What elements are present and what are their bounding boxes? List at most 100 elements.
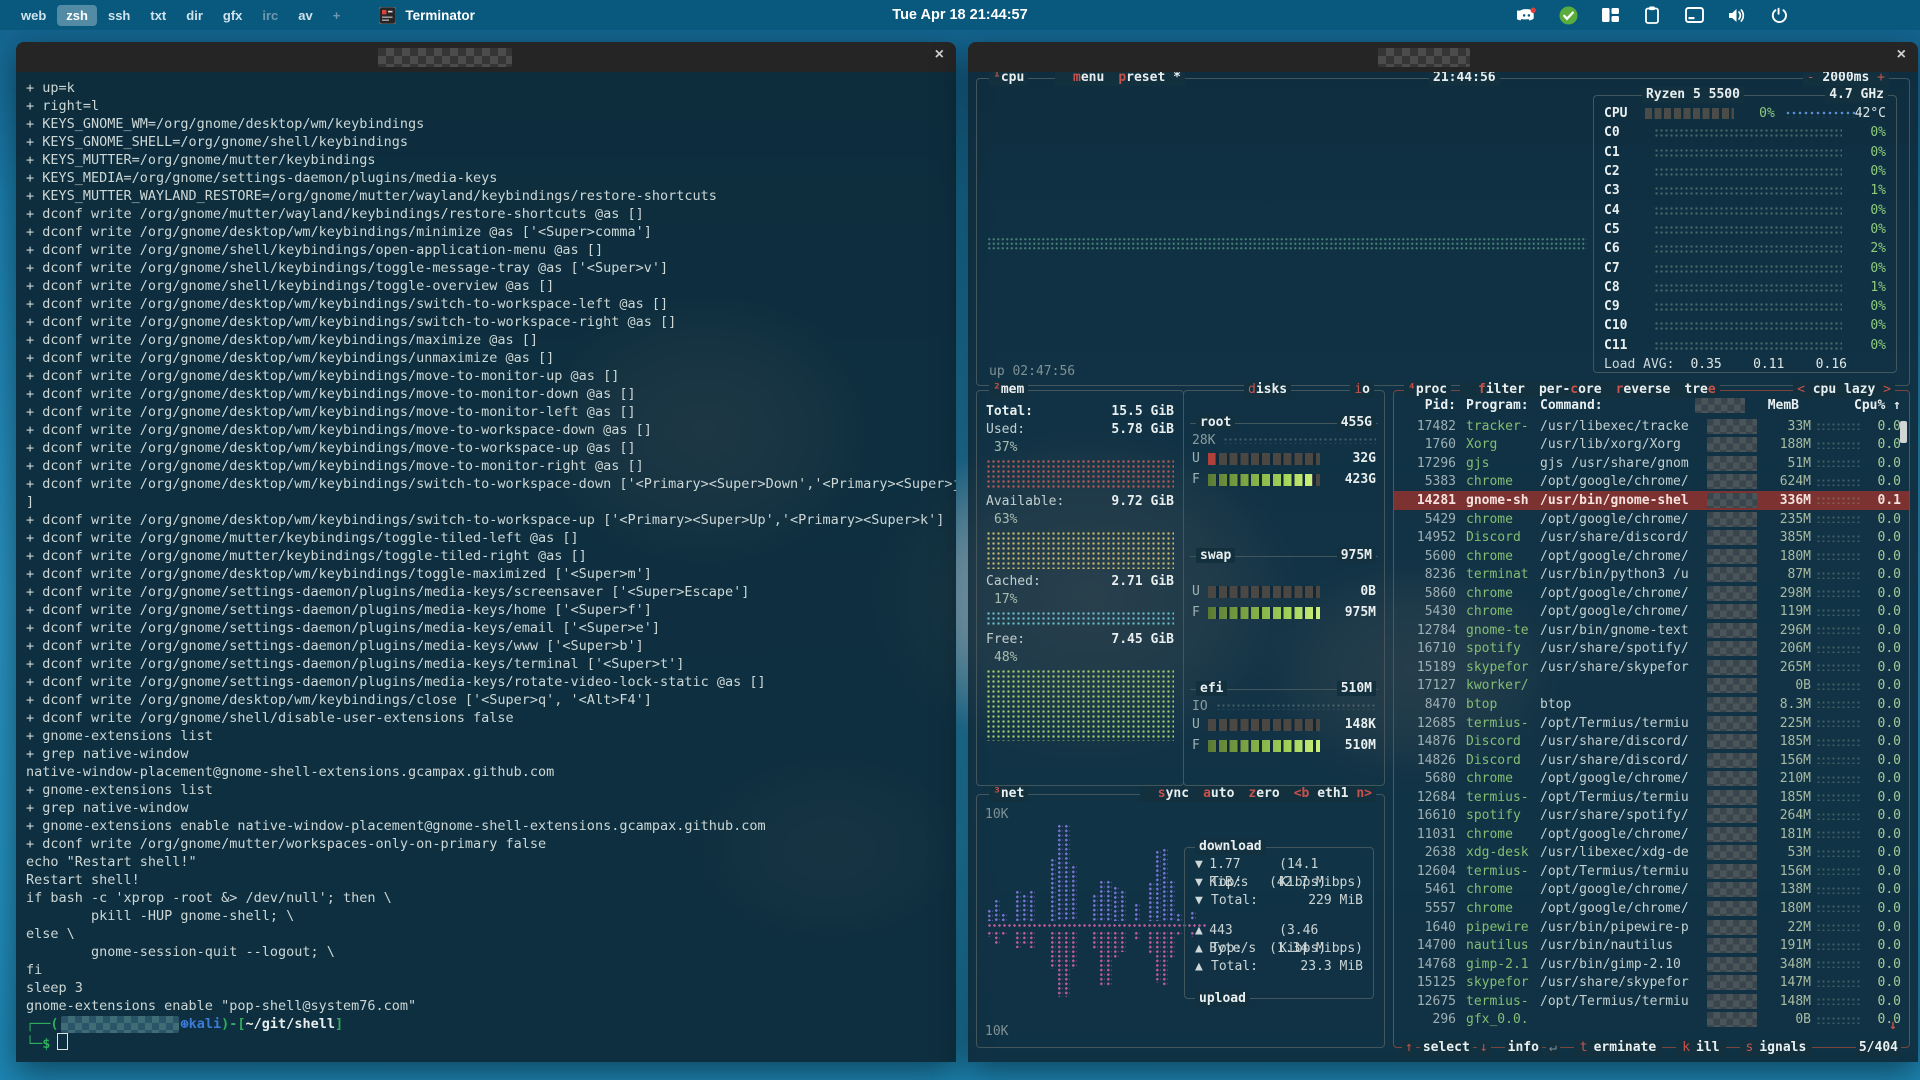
blurred-user-cell bbox=[1707, 1012, 1757, 1028]
workspace-txt[interactable]: txt bbox=[141, 5, 175, 26]
process-row[interactable]: 14281 gnome-sh/usr/bin/gnome-shel 336M 0.1 bbox=[1394, 491, 1909, 510]
net-button-auto[interactable]: auto bbox=[1203, 786, 1234, 802]
workspace-ssh[interactable]: ssh bbox=[99, 5, 139, 26]
net-interface-selector[interactable]: <b eth1 n> bbox=[1294, 786, 1372, 802]
process-row[interactable]: 17482 tracker-/usr/libexec/tracke 33M 0.0 bbox=[1394, 417, 1909, 436]
shell-prompt[interactable]: └─$ bbox=[26, 1033, 956, 1052]
net-panel: ³net sync auto zero <b eth1 n> 10K 10K down… bbox=[976, 786, 1385, 1048]
terminal-titlebar[interactable]: × bbox=[16, 42, 956, 72]
net-stats-box: download ▼ 1.77 KiB/s (14.1 Kibps) ▼ Top: (42… bbox=[1184, 839, 1374, 1007]
terminal-line: + dconf write /org/gnome/desktop/wm/keyb… bbox=[26, 422, 652, 438]
cpu-button-preset-[interactable]: preset * bbox=[1118, 72, 1181, 86]
process-row[interactable]: 16610 spotify/usr/share/spotify/264M 0.0 bbox=[1394, 806, 1909, 825]
process-row[interactable]: 8470 btop btop 8.3M 0.0 bbox=[1394, 695, 1909, 714]
workspace-gfx[interactable]: gfx bbox=[214, 5, 252, 26]
process-row[interactable]: 14768 gimp-2.1/usr/bin/gimp-2.10 348M 0.0 bbox=[1394, 955, 1909, 974]
process-row[interactable]: 14876 Discord/usr/share/discord/185M 0.0 bbox=[1394, 732, 1909, 751]
terminal-output[interactable]: + up=k + right=l + KEYS_GNOME_WM=/org/gnom… bbox=[16, 72, 956, 1062]
blurred-user-cell bbox=[1707, 826, 1757, 842]
select-up-key[interactable]: ↑ bbox=[1402, 1040, 1416, 1056]
window-list-item[interactable]: Terminator bbox=[377, 5, 475, 25]
blurred-user-cell bbox=[1707, 771, 1757, 787]
process-row[interactable]: 12685 termius-/opt/Termius/termiu 225M 0.0 bbox=[1394, 714, 1909, 733]
process-row[interactable]: 5860 chrome/opt/google/chrome/298M 0.0 bbox=[1394, 584, 1909, 603]
workspace-irc[interactable]: irc bbox=[253, 5, 287, 26]
core-table: Ryzen 5 5500 4.7 GHz CPU 0% 42°C C0 0% C1 0… bbox=[1593, 87, 1897, 373]
process-row[interactable]: 5430 chrome/opt/google/chrome/119M 0.0 bbox=[1394, 602, 1909, 621]
workspace-web[interactable]: web bbox=[12, 5, 55, 26]
cpu-frequency: 4.7 GHz bbox=[1825, 87, 1888, 103]
process-row[interactable]: 15125 skypefor/usr/share/skypefor 147M 0.0 bbox=[1394, 973, 1909, 992]
tiling-icon[interactable] bbox=[1600, 5, 1620, 25]
process-row[interactable]: 12604 termius-/opt/Termius/termiu 156M 0.0 bbox=[1394, 862, 1909, 881]
close-button[interactable]: × bbox=[1897, 46, 1906, 64]
proc-option-per-core[interactable]: per-core bbox=[1539, 382, 1602, 398]
core-row: C0 0% bbox=[1604, 125, 1886, 141]
net-button-sync[interactable]: sync bbox=[1158, 786, 1189, 802]
scrollbar-thumb[interactable] bbox=[1900, 421, 1907, 443]
process-row[interactable]: 16710 spotify/usr/share/spotify/206M 0.0 bbox=[1394, 640, 1909, 659]
process-row[interactable]: 14826 Discord/usr/share/discord/156M 0.0 bbox=[1394, 751, 1909, 770]
net-button-zero[interactable]: zero bbox=[1248, 786, 1279, 802]
blurred-user-cell bbox=[1707, 492, 1757, 508]
proc-option-reverse[interactable]: reverse bbox=[1616, 382, 1671, 398]
process-row[interactable]: 12675 termius-/opt/Termius/termiu 148M 0.0 bbox=[1394, 992, 1909, 1011]
process-row[interactable]: 5600 chrome/opt/google/chrome/180M 0.0 bbox=[1394, 547, 1909, 566]
process-row[interactable]: 11031 chrome/opt/google/chrome/181M 0.0 bbox=[1394, 825, 1909, 844]
process-row[interactable]: 296 gfx_0.0. 0B 0.0 bbox=[1394, 1011, 1909, 1030]
shell-prompt[interactable]: ┌──(⊛kali)-[~/git/shell] bbox=[26, 1015, 956, 1033]
process-row[interactable]: 14700 nautilus/usr/bin/nautilus 191M 0.0 bbox=[1394, 936, 1909, 955]
process-row[interactable]: 5680 chrome/opt/google/chrome/210M 0.0 bbox=[1394, 769, 1909, 788]
terminal-line: + dconf write /org/gnome/shell/keybindin… bbox=[26, 278, 555, 294]
process-row[interactable]: 12684 termius-/opt/Termius/termiu 185M 0.0 bbox=[1394, 788, 1909, 807]
proc-option-filter[interactable]: filter bbox=[1478, 382, 1525, 398]
terminal-line: + dconf write /org/gnome/desktop/wm/keyb… bbox=[26, 566, 652, 582]
signals-button[interactable]: s ignals bbox=[1739, 1040, 1813, 1056]
process-row[interactable]: 5429 chrome/opt/google/chrome/235M 0.0 bbox=[1394, 510, 1909, 529]
terminate-button[interactable]: t erminate bbox=[1573, 1040, 1663, 1056]
process-row[interactable]: 5461 chrome/opt/google/chrome/138M 0.0 bbox=[1394, 881, 1909, 900]
clipboard-icon[interactable] bbox=[1642, 5, 1662, 25]
btop-titlebar[interactable]: × bbox=[968, 42, 1918, 72]
process-row[interactable]: 17296 gjs gjs /usr/share/gnom 51M 0.0 bbox=[1394, 454, 1909, 473]
proc-option-tree[interactable]: tree bbox=[1684, 382, 1715, 398]
process-row[interactable]: 12784 gnome-te/usr/bin/gnome-text 296M 0.0 bbox=[1394, 621, 1909, 640]
process-row[interactable]: 5383 chrome/opt/google/chrome/624M 0.0 bbox=[1394, 473, 1909, 492]
process-row[interactable]: 8236 terminat/usr/bin/python3 /u 87M 0.0 bbox=[1394, 565, 1909, 584]
info-button[interactable]: info bbox=[1504, 1040, 1542, 1056]
cpu-button-menu[interactable]: menu bbox=[1073, 72, 1104, 86]
blurred-user-cell bbox=[1707, 622, 1757, 638]
scroll-down-indicator[interactable]: ↓ bbox=[1889, 1018, 1897, 1033]
check-icon[interactable] bbox=[1558, 5, 1578, 25]
blurred-user-cell bbox=[1707, 530, 1757, 546]
process-row[interactable]: 15189 skypefor/usr/share/skypefor 265M 0.0 bbox=[1394, 658, 1909, 677]
discord-icon[interactable] bbox=[1516, 5, 1536, 25]
update-interval[interactable]: - 2000ms + bbox=[1802, 72, 1889, 86]
proc-footer: ↑ select ↓ info ↵ t erminate k ill s ignals… bbox=[1402, 1040, 1901, 1056]
process-row[interactable]: 2638 xdg-desk/usr/libexec/xdg-de 53M 0.0 bbox=[1394, 844, 1909, 863]
volume-icon[interactable] bbox=[1726, 5, 1746, 25]
close-button[interactable]: × bbox=[935, 46, 944, 64]
process-row[interactable]: 17127 kworker/0B 0.0 bbox=[1394, 677, 1909, 696]
kill-button[interactable]: k ill bbox=[1676, 1040, 1726, 1056]
process-row[interactable]: 5557 chrome/opt/google/chrome/180M 0.0 bbox=[1394, 899, 1909, 918]
terminal-line: fi bbox=[26, 962, 43, 978]
workspace-+[interactable]: + bbox=[324, 5, 350, 26]
workspace-dir[interactable]: dir bbox=[177, 5, 212, 26]
blurred-user-cell bbox=[1707, 455, 1757, 471]
process-row[interactable]: 1760 Xorg/usr/lib/xorg/Xorg 188M 0.0 bbox=[1394, 436, 1909, 455]
io-mode-button[interactable]: io bbox=[1350, 382, 1374, 398]
process-row[interactable]: 14952 Discord/usr/share/discord/385M 0.0 bbox=[1394, 528, 1909, 547]
terminal-line: + dconf write /org/gnome/mutter/wayland/… bbox=[26, 206, 644, 222]
workspace-zsh[interactable]: zsh bbox=[57, 4, 97, 26]
sort-selector[interactable]: < cpu lazy > bbox=[1793, 382, 1895, 398]
workspace-av[interactable]: av bbox=[289, 5, 321, 26]
power-icon[interactable] bbox=[1768, 5, 1788, 25]
select-down-key[interactable]: ↓ bbox=[1476, 1040, 1491, 1056]
terminal-line: + dconf write /org/gnome/shell/keybindin… bbox=[26, 260, 669, 276]
terminal-icon[interactable] bbox=[1684, 5, 1704, 25]
process-row[interactable]: 1640 pipewire/usr/bin/pipewire-p 22M 0.0 bbox=[1394, 918, 1909, 937]
terminal-line: + dconf write /org/gnome/desktop/wm/keyb… bbox=[26, 350, 555, 366]
terminal-line: + grep native-window bbox=[26, 800, 189, 816]
terminal-line: sleep 3 bbox=[26, 980, 83, 996]
